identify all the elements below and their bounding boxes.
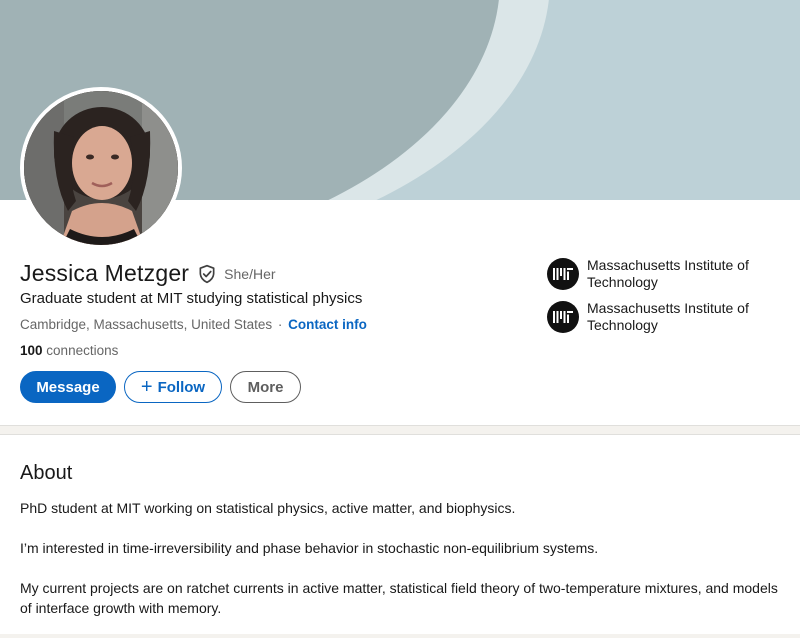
location-separator: · xyxy=(277,317,283,332)
banner-right-panel xyxy=(552,0,800,200)
education-school-name: Massachusetts Institute of Technology xyxy=(587,257,749,290)
education-school-name: Massachusetts Institute of Technology xyxy=(587,300,749,333)
connections-row[interactable]: 100 connections xyxy=(20,343,118,358)
profile-actions: Message + Follow More xyxy=(20,371,301,403)
connections-label: connections xyxy=(46,343,119,358)
profile-location-row: Cambridge, Massachusetts, United States … xyxy=(20,317,367,332)
shield-check-icon[interactable] xyxy=(197,264,217,284)
about-paragraph: I’m interested in time-irreversibility a… xyxy=(20,540,599,556)
about-title: About xyxy=(20,462,73,484)
about-section: About PhD student at MIT working on stat… xyxy=(0,434,800,634)
profile-headline: Graduate student at MIT studying statist… xyxy=(20,290,363,307)
education-item[interactable]: Massachusetts Institute of Technology xyxy=(547,257,787,291)
profile-card: Jessica Metzger She/Her Graduate student… xyxy=(0,0,800,426)
more-button[interactable]: More xyxy=(230,371,301,403)
follow-label: Follow xyxy=(157,378,206,396)
follow-button[interactable]: + Follow xyxy=(124,371,222,403)
profile-name: Jessica Metzger xyxy=(20,260,190,286)
profile-avatar[interactable] xyxy=(20,87,182,249)
education-list: Massachusetts Institute of Technology Ma… xyxy=(547,257,787,343)
contact-info-link[interactable]: Contact info xyxy=(288,317,367,332)
profile-pronouns: She/Her xyxy=(224,265,276,282)
message-button[interactable]: Message xyxy=(20,371,116,403)
about-text: PhD student at MIT working on statistica… xyxy=(20,498,780,638)
connections-count: 100 xyxy=(20,343,43,358)
avatar-photo xyxy=(24,91,178,245)
about-paragraph: My current projects are on ratchet curre… xyxy=(20,580,778,616)
plus-icon: + xyxy=(140,376,153,398)
mit-logo-icon xyxy=(547,301,579,333)
profile-location: Cambridge, Massachusetts, United States xyxy=(20,317,273,332)
mit-logo-icon xyxy=(547,258,579,290)
education-item[interactable]: Massachusetts Institute of Technology xyxy=(547,300,787,334)
name-row: Jessica Metzger She/Her xyxy=(20,260,276,287)
about-paragraph: PhD student at MIT working on statistica… xyxy=(20,500,516,516)
